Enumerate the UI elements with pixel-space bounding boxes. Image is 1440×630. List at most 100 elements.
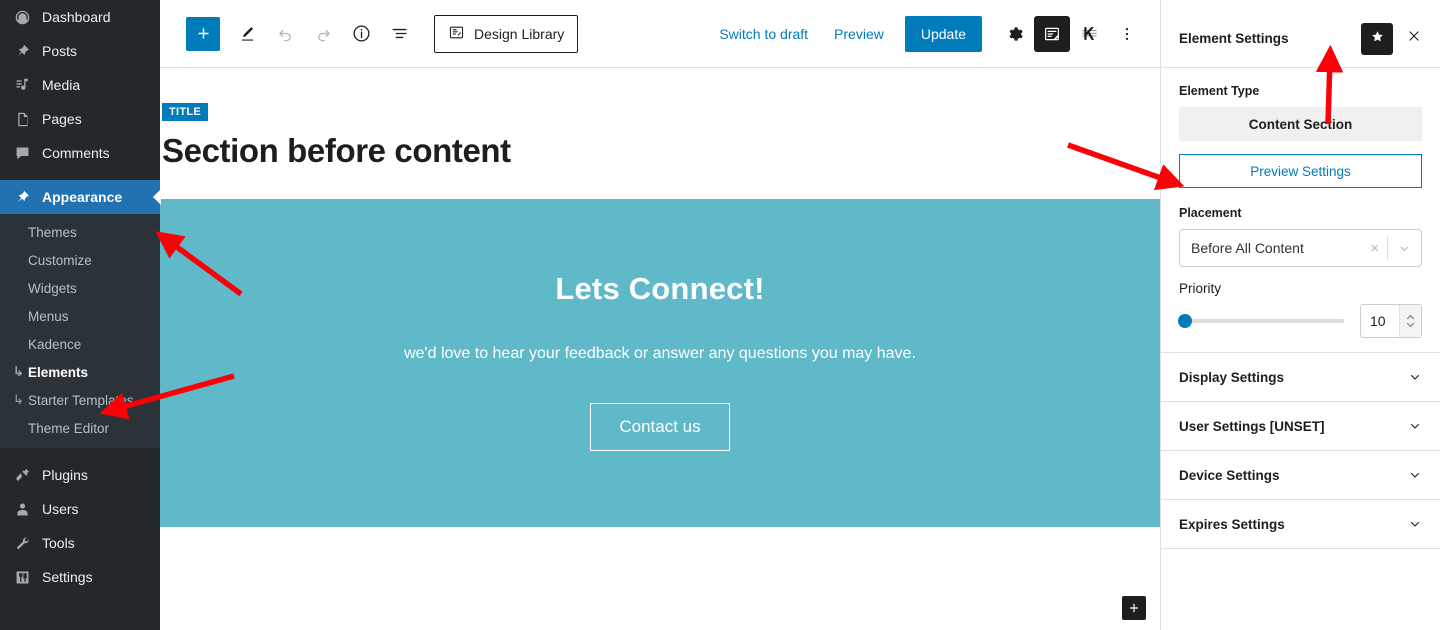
pin-favorite-button[interactable] — [1361, 22, 1393, 55]
chevron-down-icon — [1408, 370, 1422, 384]
preview-settings-button[interactable]: Preview Settings — [1179, 154, 1422, 188]
plus-icon — [1129, 603, 1139, 613]
appearance-submenu: Themes Customize Widgets Menus Kadence ↳… — [0, 214, 160, 448]
sidebar-item-dashboard[interactable]: Dashboard — [0, 0, 160, 34]
dashboard-icon — [12, 7, 32, 27]
element-type-value[interactable]: Content Section — [1179, 107, 1422, 141]
pin-icon — [12, 41, 32, 61]
sidebar-item-media[interactable]: Media — [0, 68, 160, 102]
submenu-item-kadence[interactable]: Kadence — [0, 330, 160, 358]
sidebar-item-plugins[interactable]: Plugins — [0, 458, 160, 492]
chevron-down-icon — [1408, 419, 1422, 433]
accordion-display-settings[interactable]: Display Settings — [1161, 353, 1440, 402]
undo-icon — [276, 24, 295, 43]
details-button[interactable] — [342, 15, 380, 53]
sidebar-separator — [0, 170, 160, 180]
submenu-item-theme-editor[interactable]: Theme Editor — [0, 414, 160, 442]
submenu-item-label: Kadence — [28, 336, 82, 352]
placement-group: Placement Before All Content × — [1179, 206, 1422, 267]
submenu-item-elements[interactable]: ↳ Elements — [0, 358, 160, 386]
document-settings-button[interactable] — [1034, 15, 1070, 52]
design-library-label: Design Library — [474, 25, 565, 42]
submenu-item-menus[interactable]: Menus — [0, 302, 160, 330]
sidebar-item-settings[interactable]: Settings — [0, 560, 160, 594]
accordion-user-settings[interactable]: User Settings [UNSET] — [1161, 402, 1440, 451]
accordion-label: User Settings [UNSET] — [1179, 418, 1325, 434]
settings-accordion: Display Settings User Settings [UNSET] D… — [1161, 352, 1440, 549]
submenu-hook-icon: ↳ — [13, 392, 24, 407]
block-appender-button[interactable] — [1122, 596, 1146, 620]
update-button[interactable]: Update — [904, 15, 982, 52]
sidebar-item-pages[interactable]: Pages — [0, 102, 160, 136]
priority-number-input[interactable]: 10 — [1360, 304, 1422, 338]
priority-slider[interactable] — [1178, 313, 1344, 329]
sidebar-item-posts[interactable]: Posts — [0, 34, 160, 68]
sidebar-item-label: Tools — [42, 535, 75, 551]
accordion-device-settings[interactable]: Device Settings — [1161, 451, 1440, 500]
accordion-label: Expires Settings — [1179, 516, 1285, 532]
list-view-icon — [390, 24, 409, 43]
design-library-button[interactable]: Design Library — [434, 14, 579, 53]
more-options-icon — [1118, 25, 1136, 43]
star-icon — [1370, 29, 1385, 49]
priority-value: 10 — [1370, 313, 1386, 329]
page-title[interactable]: Section before content — [162, 131, 1160, 171]
design-library-icon — [448, 24, 465, 44]
priority-stepper[interactable] — [1399, 305, 1421, 337]
sidebar-item-label: Media — [42, 77, 81, 93]
list-view-button[interactable] — [380, 15, 418, 53]
sidebar-item-appearance[interactable]: Appearance — [0, 180, 161, 214]
element-type-label: Element Type — [1179, 84, 1260, 98]
slider-thumb[interactable] — [1178, 314, 1192, 328]
submenu-item-label: Menus — [28, 308, 69, 324]
sidebar-item-label: Dashboard — [42, 9, 111, 25]
element-settings-panel: Element Settings Element Type Content Se… — [1160, 0, 1440, 630]
submenu-item-starter-templates[interactable]: ↳ Starter Templates — [0, 386, 160, 414]
chevron-down-icon — [1408, 468, 1422, 482]
sidebar-item-label: Pages — [42, 111, 82, 127]
sidebar-item-comments[interactable]: Comments — [0, 136, 160, 170]
gear-icon — [1006, 25, 1024, 43]
close-icon — [1407, 29, 1421, 48]
submenu-item-widgets[interactable]: Widgets — [0, 274, 160, 302]
content-section-block[interactable]: Lets Connect! we'd love to hear your fee… — [160, 198, 1160, 527]
editor-toolbar: Design Library Switch to draft Preview U… — [160, 0, 1160, 68]
switch-to-draft-link[interactable]: Switch to draft — [706, 26, 821, 42]
submenu-item-customize[interactable]: Customize — [0, 246, 160, 274]
accordion-expires-settings[interactable]: Expires Settings — [1161, 500, 1440, 549]
sidebar-item-tools[interactable]: Tools — [0, 526, 160, 560]
undo-button[interactable] — [266, 15, 304, 53]
chevron-down-icon[interactable] — [1388, 242, 1421, 255]
preview-link[interactable]: Preview — [821, 26, 897, 42]
placement-label: Placement — [1179, 206, 1242, 220]
submenu-item-themes[interactable]: Themes — [0, 218, 160, 246]
media-icon — [12, 75, 32, 95]
sidebar-item-label: Comments — [42, 145, 110, 161]
submenu-item-label: Customize — [28, 252, 92, 268]
contact-us-button[interactable]: Contact us — [590, 402, 730, 451]
wordpress-block-editor: Dashboard Posts Media Pages Comments App… — [0, 0, 1440, 630]
submenu-item-label: Themes — [28, 224, 77, 240]
more-options-button[interactable] — [1108, 15, 1146, 53]
document-canvas: TITLE Section before content Lets Connec… — [160, 68, 1160, 630]
editor-region: Design Library Switch to draft Preview U… — [160, 0, 1160, 630]
settings-gear-button[interactable] — [996, 15, 1034, 53]
kadence-button[interactable] — [1070, 15, 1108, 53]
accordion-label: Display Settings — [1179, 369, 1285, 385]
toolbar-left-group: Design Library — [186, 14, 579, 53]
redo-button[interactable] — [304, 15, 342, 53]
chevron-down-icon — [1408, 517, 1422, 531]
sidebar-item-label: Plugins — [42, 467, 88, 483]
add-block-button[interactable] — [186, 16, 220, 51]
clear-selection-icon[interactable]: × — [1362, 240, 1387, 257]
edit-tool-button[interactable] — [228, 15, 266, 53]
info-icon — [351, 23, 372, 44]
close-panel-button[interactable] — [1401, 26, 1427, 52]
sidebar-item-users[interactable]: Users — [0, 492, 160, 526]
brush-icon — [12, 187, 32, 207]
placement-select[interactable]: Before All Content × — [1179, 229, 1422, 267]
admin-sidebar: Dashboard Posts Media Pages Comments App… — [0, 0, 161, 630]
panel-body: Element Type Content Section Preview Set… — [1161, 68, 1440, 338]
sidebar-separator — [0, 448, 160, 458]
plus-icon — [195, 25, 212, 42]
